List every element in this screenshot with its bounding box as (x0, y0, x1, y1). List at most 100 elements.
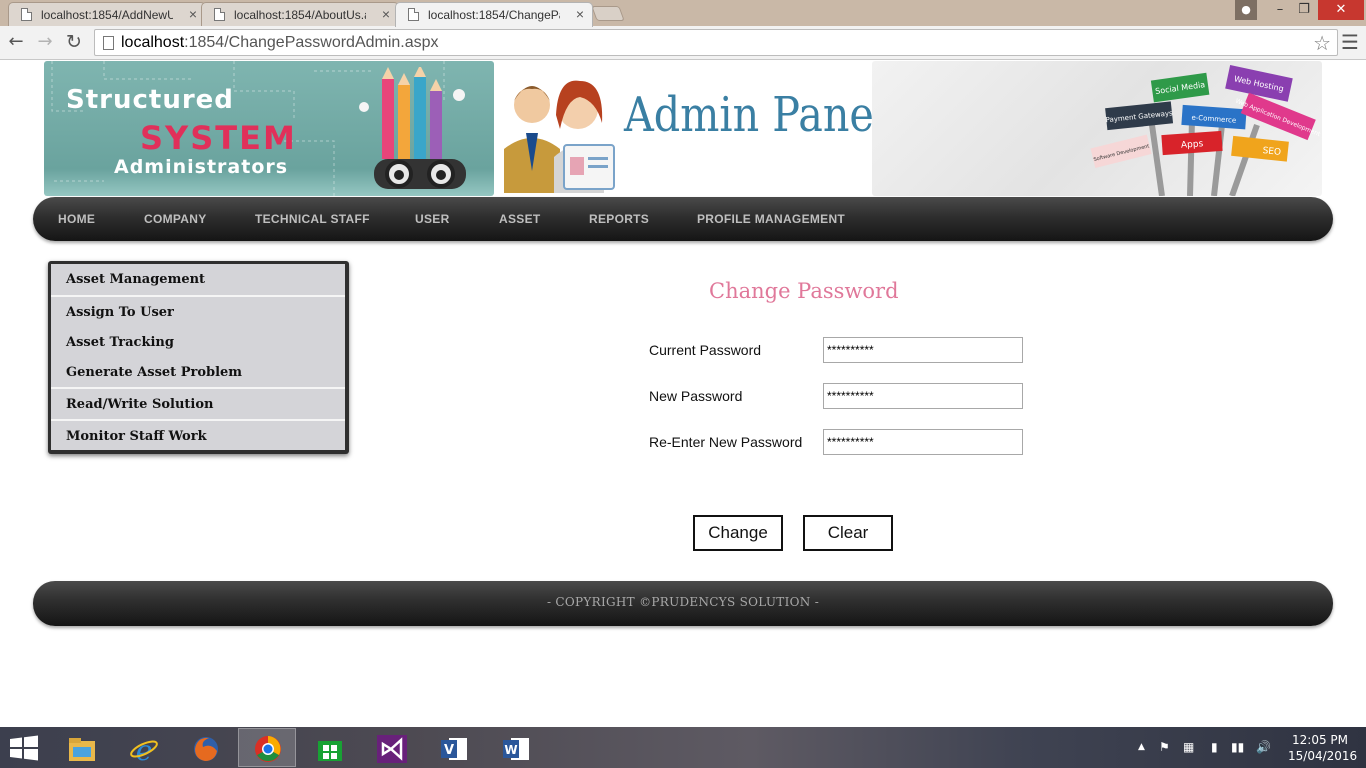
word-icon: W (503, 738, 529, 760)
side-item-read-write-solution[interactable]: Read/Write Solution (51, 397, 345, 412)
file-explorer-icon (69, 738, 95, 761)
svg-text:e: e (136, 735, 153, 763)
admin-panel-banner: Admin Panel (494, 61, 887, 196)
nav-profile-management[interactable]: PROFILE MANAGEMENT (697, 212, 845, 226)
pencils-glasses-illustration (359, 67, 466, 189)
taskbar-clock[interactable]: 12:05 PM 15/04/2016 (1288, 732, 1358, 764)
url-host: localhost (121, 34, 185, 51)
service-signs-illustration: Social Media Web Hosting Payment Gateway… (1090, 65, 1322, 196)
reenter-password-field[interactable] (823, 429, 1023, 455)
volume-icon[interactable]: 🔊 (1256, 740, 1271, 754)
page-icon (103, 36, 114, 50)
page-icon (408, 8, 419, 21)
browser-tab-2[interactable]: localhost:1854/AboutUs.a × (201, 2, 399, 26)
taskbar-word[interactable]: W (486, 728, 544, 767)
services-banner: Social Media Web Hosting Payment Gateway… (872, 61, 1322, 196)
browser-tab-1[interactable]: localhost:1854/AddNewU × (8, 2, 206, 26)
asset-side-menu: Asset Management Assign To User Asset Tr… (48, 261, 349, 454)
change-password-title: Change Password (709, 279, 899, 303)
browser-toolbar: ← → ↻ localhost:1854/ChangePasswordAdmin… (0, 26, 1366, 60)
chrome-icon (255, 736, 281, 762)
action-center-flag-icon[interactable]: ⚑ (1159, 740, 1170, 754)
address-bar[interactable]: localhost:1854/ChangePasswordAdmin.aspx … (94, 29, 1338, 56)
taskbar-file-explorer[interactable] (52, 728, 110, 767)
visio-icon: V (441, 738, 467, 760)
forward-arrow-icon[interactable]: → (33, 30, 57, 54)
user-profile-icon[interactable]: ● (1235, 0, 1257, 20)
clear-button[interactable]: Clear (803, 515, 893, 551)
tray-windows-icon[interactable]: ▦ (1183, 740, 1194, 754)
brand-line-system: SYSTEM (140, 119, 297, 157)
clock-date: 15/04/2016 (1288, 749, 1358, 763)
tab-close-icon[interactable]: × (382, 6, 390, 22)
side-item-asset-tracking[interactable]: Asset Tracking (51, 335, 345, 350)
svg-text:V: V (444, 743, 454, 758)
taskbar-internet-explorer[interactable]: e (114, 728, 172, 767)
web-page: Structured SYSTEM Administrators Admin P… (0, 61, 1366, 727)
page-icon (21, 8, 32, 21)
tab-title: localhost:1854/AboutUs.a (234, 8, 366, 22)
restore-icon[interactable]: ❐ (1292, 0, 1316, 20)
brand-line-administrators: Administrators (114, 156, 289, 178)
network-signal-icon[interactable]: ▮▮ (1231, 740, 1244, 754)
current-password-label: Current Password (649, 342, 762, 358)
tab-close-icon[interactable]: × (189, 6, 197, 22)
firefox-icon (194, 737, 218, 761)
nav-reports[interactable]: REPORTS (589, 212, 649, 226)
browser-tabstrip: localhost:1854/AddNewU × localhost:1854/… (0, 0, 1366, 27)
admin-people-illustration (504, 80, 615, 193)
brand-logo-panel: Structured SYSTEM Administrators (44, 61, 494, 196)
internet-explorer-icon: e (130, 735, 158, 763)
back-arrow-icon[interactable]: ← (4, 30, 28, 54)
new-password-field[interactable] (823, 383, 1023, 409)
nav-technical-staff[interactable]: TECHNICAL STAFF (255, 212, 370, 226)
nav-asset[interactable]: ASSET (499, 212, 541, 226)
new-password-label: New Password (649, 388, 743, 404)
taskbar-chrome[interactable] (238, 728, 296, 767)
url-path: :1854/ChangePasswordAdmin.aspx (184, 34, 439, 51)
main-navigation-bar: HOME COMPANY TECHNICAL STAFF USER ASSET … (33, 197, 1333, 241)
tab-title: localhost:1854/AddNewU (41, 8, 173, 22)
side-menu-body: Asset Management Assign To User Asset Tr… (51, 264, 345, 450)
tab-close-icon[interactable]: × (576, 6, 584, 22)
windows-taskbar: e V W ▲ ⚑ ▦ ▮ ▮▮ 🔊 12:05 PM 15/04/2016 (0, 727, 1366, 768)
window-close-icon[interactable]: ✕ (1318, 0, 1364, 20)
taskbar-visual-studio[interactable] (362, 728, 420, 767)
tray-overflow-icon[interactable]: ▲ (1138, 742, 1145, 752)
current-password-field[interactable] (823, 337, 1023, 363)
change-button[interactable]: Change (693, 515, 783, 551)
nav-home[interactable]: HOME (58, 212, 95, 226)
side-divider (51, 387, 345, 389)
sign-seo: SEO (1262, 146, 1281, 158)
admin-panel-title: Admin Panel (624, 87, 888, 143)
browser-tab-3-active[interactable]: localhost:1854/ChangePa × (395, 2, 593, 27)
side-item-generate-asset-problem[interactable]: Generate Asset Problem (51, 365, 345, 380)
store-icon (318, 741, 342, 761)
nav-company[interactable]: COMPANY (144, 212, 207, 226)
windows-start-icon[interactable] (8, 735, 40, 761)
side-item-asset-management[interactable]: Asset Management (51, 272, 345, 287)
brand-line-structured: Structured (66, 85, 234, 115)
side-divider (51, 419, 345, 421)
copyright-text: - COPYRIGHT ©PRUDENCYS SOLUTION - (546, 595, 820, 609)
side-item-monitor-staff-work[interactable]: Monitor Staff Work (51, 429, 345, 444)
new-tab-button[interactable] (591, 6, 625, 21)
side-item-assign-to-user[interactable]: Assign To User (51, 305, 345, 320)
visual-studio-icon (377, 735, 407, 763)
battery-icon[interactable]: ▮ (1211, 740, 1218, 754)
minimize-icon[interactable]: – (1268, 0, 1292, 20)
svg-text:W: W (504, 743, 517, 757)
tab-title: localhost:1854/ChangePa (428, 8, 560, 22)
taskbar-store[interactable] (300, 728, 358, 767)
reload-icon[interactable]: ↻ (62, 30, 86, 54)
side-divider (51, 295, 345, 297)
sign-apps: Apps (1181, 139, 1204, 151)
nav-user[interactable]: USER (415, 212, 450, 226)
reenter-password-label: Re-Enter New Password (649, 434, 803, 450)
chrome-menu-icon[interactable]: ☰ (1340, 31, 1360, 53)
clock-time: 12:05 PM (1292, 733, 1348, 747)
bookmark-star-icon[interactable]: ☆ (1313, 31, 1331, 56)
taskbar-firefox[interactable] (176, 728, 234, 767)
taskbar-visio[interactable]: V (424, 728, 482, 767)
page-footer: - COPYRIGHT ©PRUDENCYS SOLUTION - (33, 581, 1333, 626)
